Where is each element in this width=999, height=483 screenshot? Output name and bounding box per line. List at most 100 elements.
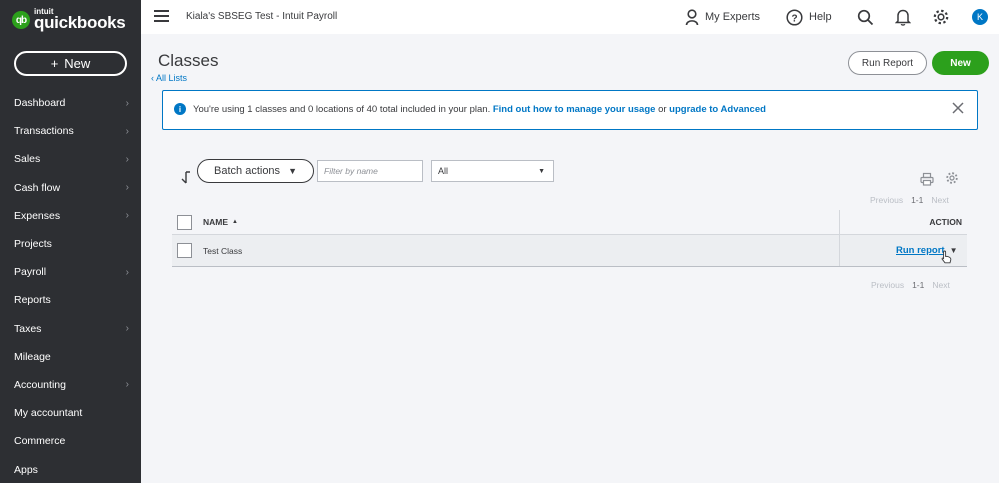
sidebar-item-mileage[interactable]: Mileage xyxy=(0,343,141,371)
gear-icon xyxy=(933,9,949,25)
usage-banner: i You're using 1 classes and 0 locations… xyxy=(162,90,978,130)
chevron-right-icon: › xyxy=(125,379,129,391)
pager-range: 1-1 xyxy=(911,195,924,205)
class-name-cell: Test Class xyxy=(203,245,243,256)
banner-message: You're using 1 classes and 0 locations o… xyxy=(193,104,766,115)
sidebar-item-my-accountant[interactable]: My accountant xyxy=(0,399,141,427)
caret-down-icon: ▼ xyxy=(538,167,545,175)
notifications-button[interactable] xyxy=(895,0,911,34)
upgrade-link[interactable]: upgrade to Advanced xyxy=(669,104,766,115)
pager-top: Previous 1-1 Next xyxy=(870,195,949,205)
filter-by-name-input[interactable] xyxy=(317,160,423,182)
sidebar-item-transactions[interactable]: Transactions › xyxy=(0,117,141,145)
sidebar-item-accounting[interactable]: Accounting › xyxy=(0,371,141,399)
run-report-button[interactable]: Run Report xyxy=(848,51,927,75)
classes-table: NAME ▲ ACTION Test Class Run report ▼ xyxy=(172,210,967,267)
sidebar-new-button[interactable]: + New xyxy=(14,51,127,76)
sidebar-item-label: My accountant xyxy=(14,407,83,420)
pager-previous[interactable]: Previous xyxy=(871,280,904,290)
table-row: Test Class Run report ▼ xyxy=(172,235,967,267)
hamburger-menu-icon[interactable] xyxy=(154,10,169,22)
sidebar-item-label: Dashboard xyxy=(14,97,66,110)
qb-logo-icon: qb xyxy=(12,11,30,29)
sidebar-item-reports[interactable]: Reports xyxy=(0,286,141,314)
sidebar-new-label: New xyxy=(64,56,91,71)
sidebar-item-label: Mileage xyxy=(14,350,51,363)
logo-quickbooks-text: quickbooks xyxy=(34,13,126,32)
sidebar: qb intuit quickbooks + New Dashboard › Tra… xyxy=(0,0,141,483)
sidebar-item-label: Transactions xyxy=(14,125,74,138)
chevron-right-icon: › xyxy=(125,153,129,165)
chevron-right-icon: › xyxy=(125,323,129,335)
sidebar-item-label: Projects xyxy=(14,238,52,251)
status-filter-value: All xyxy=(438,166,449,176)
plus-icon: + xyxy=(50,56,59,71)
sidebar-item-dashboard[interactable]: Dashboard › xyxy=(0,89,141,117)
sidebar-item-apps[interactable]: Apps xyxy=(0,455,141,483)
sort-arrow-icon[interactable] xyxy=(180,169,192,185)
name-header-label: NAME xyxy=(203,217,229,227)
row-action-caret-icon[interactable]: ▼ xyxy=(950,246,958,255)
batch-actions-label: Batch actions xyxy=(214,165,281,177)
select-all-checkbox[interactable] xyxy=(177,214,192,230)
search-button[interactable] xyxy=(857,0,874,34)
settings-button[interactable] xyxy=(932,0,950,34)
table-settings-gear-icon[interactable] xyxy=(945,171,959,185)
info-icon: i xyxy=(174,103,186,115)
column-divider xyxy=(839,235,840,266)
batch-actions-button[interactable]: Batch actions ▼ xyxy=(197,159,314,183)
manage-usage-link[interactable]: Find out how to manage your usage xyxy=(493,104,656,115)
sidebar-item-label: Accounting xyxy=(14,378,66,391)
sidebar-item-label: Cash flow xyxy=(14,181,61,194)
sidebar-item-cash-flow[interactable]: Cash flow › xyxy=(0,174,141,202)
status-filter-select[interactable]: All ▼ xyxy=(431,160,554,182)
sort-up-icon: ▲ xyxy=(232,219,238,225)
banner-connector: or xyxy=(658,104,667,115)
bell-icon xyxy=(895,9,911,26)
action-column-header: ACTION xyxy=(929,217,962,227)
run-report-link[interactable]: Run report xyxy=(896,245,945,256)
name-column-header[interactable]: NAME ▲ xyxy=(203,217,238,227)
user-avatar[interactable]: K xyxy=(972,9,988,25)
sidebar-item-label: Expenses xyxy=(14,209,61,222)
svg-text:?: ? xyxy=(791,13,797,24)
pager-bottom: Previous 1-1 Next xyxy=(871,280,950,290)
sidebar-item-expenses[interactable]: Expenses › xyxy=(0,202,141,230)
chevron-right-icon: › xyxy=(125,266,129,278)
person-icon xyxy=(685,8,699,25)
sidebar-item-projects[interactable]: Projects xyxy=(0,230,141,258)
search-icon xyxy=(857,9,874,25)
sidebar-item-label: Sales xyxy=(14,153,41,166)
pager-previous[interactable]: Previous xyxy=(870,195,903,205)
my-experts-button[interactable]: My Experts xyxy=(685,0,760,34)
all-lists-label: All Lists xyxy=(156,73,188,83)
sidebar-item-sales[interactable]: Sales › xyxy=(0,145,141,173)
sidebar-item-taxes[interactable]: Taxes › xyxy=(0,315,141,343)
help-button[interactable]: ? Help xyxy=(786,0,832,34)
sidebar-item-payroll[interactable]: Payroll › xyxy=(0,258,141,286)
print-icon[interactable] xyxy=(920,172,934,186)
pager-range: 1-1 xyxy=(912,280,925,290)
new-class-button[interactable]: New xyxy=(932,51,989,75)
company-name: Kiala's SBSEG Test - Intuit Payroll xyxy=(186,11,338,22)
table-header: NAME ▲ ACTION xyxy=(172,210,967,235)
chevron-right-icon: › xyxy=(125,182,129,194)
pager-next[interactable]: Next xyxy=(932,280,949,290)
row-checkbox[interactable] xyxy=(177,243,192,258)
page-title: Classes xyxy=(158,51,219,70)
help-icon: ? xyxy=(786,8,803,26)
quickbooks-logo[interactable]: qb intuit quickbooks xyxy=(12,8,126,32)
chevron-right-icon: › xyxy=(125,97,129,109)
caret-down-icon: ▼ xyxy=(288,166,297,176)
sidebar-nav: Dashboard › Transactions › Sales › Cash flow › E… xyxy=(0,89,141,483)
help-label: Help xyxy=(809,11,832,23)
sidebar-item-label: Commerce xyxy=(14,435,66,448)
sidebar-item-commerce[interactable]: Commerce xyxy=(0,427,141,455)
pager-next[interactable]: Next xyxy=(931,195,948,205)
close-icon[interactable] xyxy=(951,101,965,115)
my-experts-label: My Experts xyxy=(705,11,761,23)
sidebar-item-label: Reports xyxy=(14,294,51,307)
logo-wordmark: intuit quickbooks xyxy=(34,8,126,32)
sidebar-item-label: Payroll xyxy=(14,266,47,279)
all-lists-link[interactable]: ‹ All Lists xyxy=(151,73,187,83)
